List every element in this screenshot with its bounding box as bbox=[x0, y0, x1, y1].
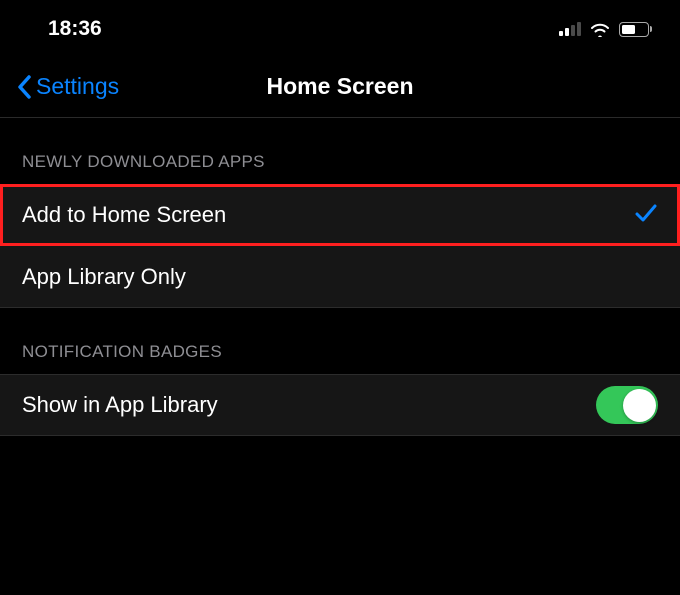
chevron-left-icon bbox=[16, 75, 32, 99]
checkmark-icon bbox=[634, 202, 658, 229]
cellular-icon bbox=[559, 22, 581, 36]
row-label: Show in App Library bbox=[22, 392, 218, 418]
section-header-new-apps: Newly Downloaded Apps bbox=[0, 118, 680, 184]
wifi-icon bbox=[589, 21, 611, 37]
option-app-library-only[interactable]: App Library Only bbox=[0, 246, 680, 308]
option-show-in-app-library[interactable]: Show in App Library bbox=[0, 374, 680, 436]
back-button[interactable]: Settings bbox=[16, 73, 119, 100]
page-title: Home Screen bbox=[266, 73, 413, 100]
back-label: Settings bbox=[36, 73, 119, 100]
status-bar: 18:36 bbox=[0, 0, 680, 56]
list-group-badges: Show in App Library bbox=[0, 374, 680, 436]
option-add-to-home-screen[interactable]: Add to Home Screen bbox=[0, 184, 680, 246]
list-group-new-apps: Add to Home Screen App Library Only bbox=[0, 184, 680, 308]
status-time: 18:36 bbox=[48, 17, 102, 41]
toggle-show-in-app-library[interactable] bbox=[596, 386, 658, 424]
section-header-notification-badges: Notification Badges bbox=[0, 308, 680, 374]
battery-icon bbox=[619, 22, 652, 37]
status-icons bbox=[559, 21, 652, 37]
toggle-knob bbox=[623, 389, 656, 422]
navigation-bar: Settings Home Screen bbox=[0, 56, 680, 118]
content: Newly Downloaded Apps Add to Home Screen… bbox=[0, 118, 680, 436]
row-label: App Library Only bbox=[22, 264, 186, 290]
row-label: Add to Home Screen bbox=[22, 202, 226, 228]
